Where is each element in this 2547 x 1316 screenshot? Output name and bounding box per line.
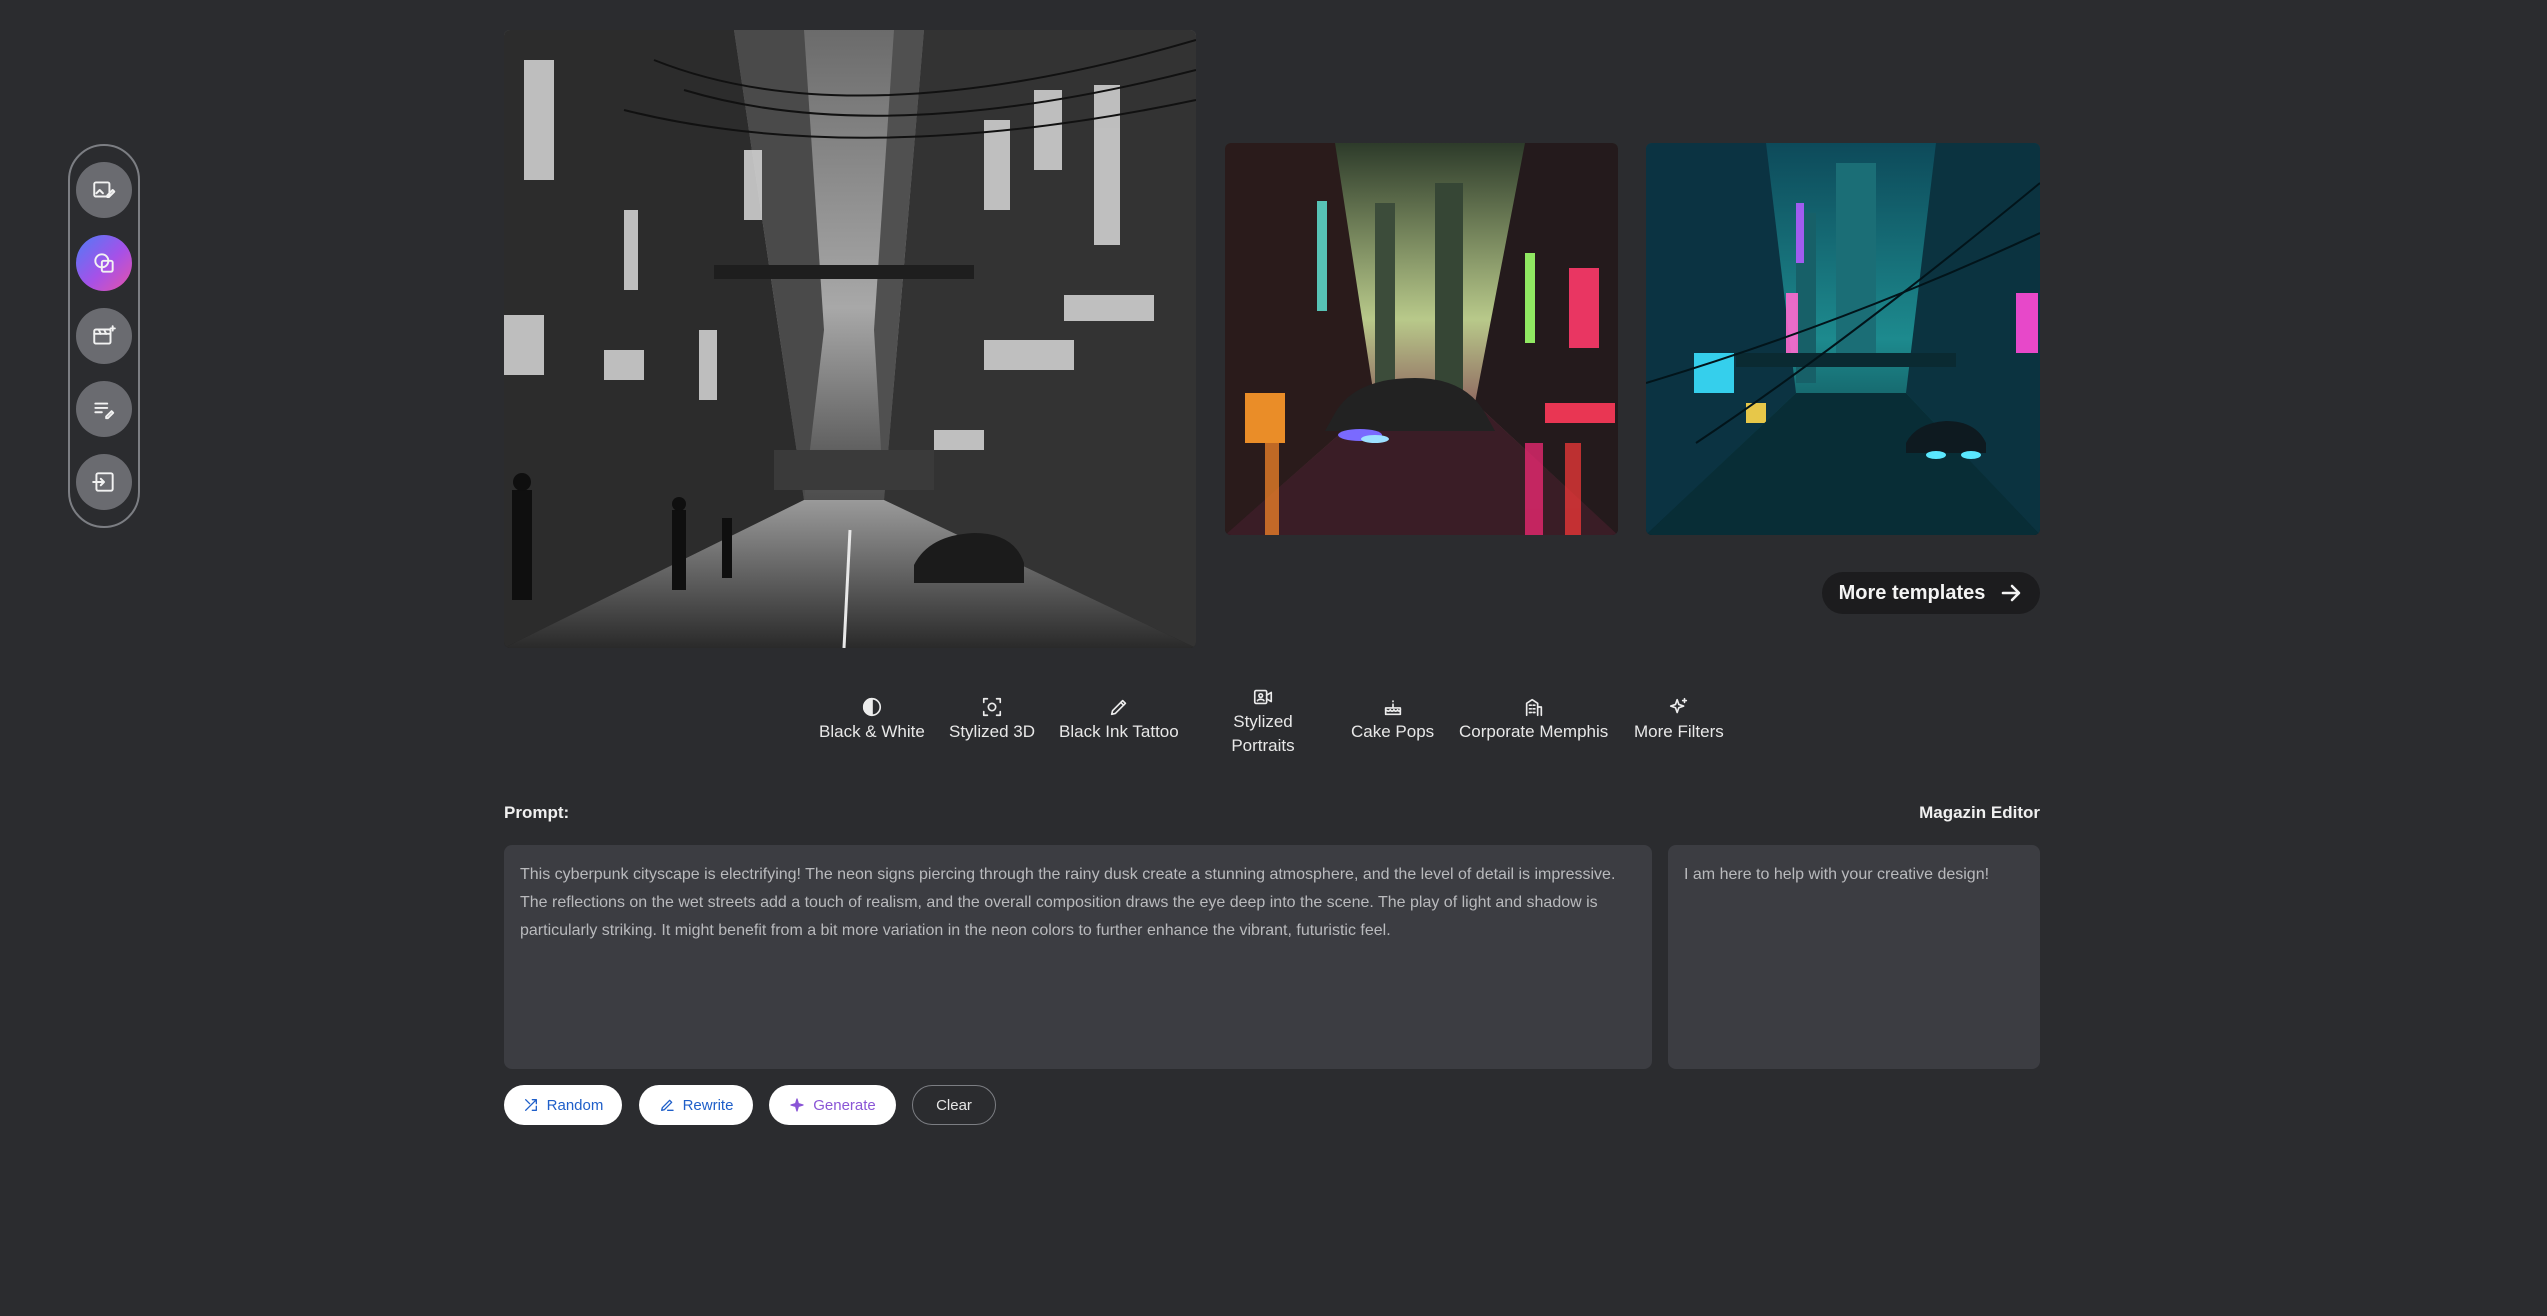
more-templates-button[interactable]: More templates xyxy=(1822,572,2040,614)
random-label: Random xyxy=(546,1096,604,1114)
template-image-2[interactable] xyxy=(1646,143,2040,535)
filter-label: Cake Pops xyxy=(1351,722,1435,741)
image-sparkle-button[interactable] xyxy=(76,308,132,364)
image-edit-button[interactable] xyxy=(76,162,132,218)
sparkle-icon xyxy=(790,1098,804,1112)
filter-more-filters[interactable]: More Filters xyxy=(1634,696,1724,744)
sparkle-icon xyxy=(1669,697,1688,714)
clear-label: Clear xyxy=(936,1096,972,1114)
teal-cyberpunk-city-image xyxy=(1646,143,2040,535)
filter-stylized-3d[interactable]: Stylized 3D xyxy=(949,696,1035,744)
editor-label: Magazin Editor xyxy=(1919,803,2040,822)
image-sparkle-icon xyxy=(93,325,116,345)
shapes-icon xyxy=(94,253,114,273)
more-templates-label: More templates xyxy=(1838,581,1986,604)
pencil-icon xyxy=(660,1099,674,1111)
edit-list-button[interactable] xyxy=(76,381,132,437)
filter-black-ink-tattoo[interactable]: Black Ink Tattoo xyxy=(1059,696,1179,744)
cake-icon xyxy=(1384,700,1401,716)
contrast-icon xyxy=(862,697,881,717)
random-button[interactable]: Random xyxy=(504,1085,622,1125)
prompt-label: Prompt: xyxy=(504,803,570,822)
image-edit-icon xyxy=(93,181,116,199)
shapes-button[interactable] xyxy=(76,235,132,291)
sign-in-icon xyxy=(92,472,114,492)
filter-label: Stylized 3D xyxy=(949,722,1035,741)
rewrite-label: Rewrite xyxy=(682,1096,734,1114)
3d-face-icon xyxy=(982,697,1002,717)
filter-black-and-white[interactable]: Black & White xyxy=(819,696,925,744)
edit-list-icon xyxy=(94,402,115,420)
filter-label: Black Ink Tattoo xyxy=(1059,722,1179,741)
filter-label: Corporate Memphis xyxy=(1459,722,1609,741)
generate-label: Generate xyxy=(813,1096,876,1114)
prompt-textarea[interactable]: This cyberpunk cityscape is electrifying… xyxy=(504,845,1652,1069)
shuffle-icon xyxy=(524,1099,537,1111)
sign-in-button[interactable] xyxy=(76,454,132,510)
filter-label: Stylized Portraits xyxy=(1231,712,1295,755)
portrait-video-icon xyxy=(1253,689,1273,705)
side-toolbar xyxy=(68,144,140,528)
black-and-white-cyberpunk-street-image xyxy=(504,30,1196,648)
rewrite-button[interactable]: Rewrite xyxy=(639,1085,753,1125)
filter-label: More Filters xyxy=(1634,722,1724,741)
neon-cyberpunk-street-image xyxy=(1225,143,1618,535)
editor-chat-box[interactable]: I am here to help with your creative des… xyxy=(1668,845,2040,1069)
filter-cake-pops[interactable]: Cake Pops xyxy=(1351,696,1434,744)
template-image-1[interactable] xyxy=(1225,143,1618,535)
filter-corporate-memphis[interactable]: Corporate Memphis xyxy=(1459,696,1608,744)
filter-stylized-portraits[interactable]: Stylized Portraits xyxy=(1230,686,1296,758)
pen-icon xyxy=(1110,699,1127,716)
building-icon xyxy=(1525,698,1542,717)
filter-label: Black & White xyxy=(819,722,925,741)
clear-button[interactable]: Clear xyxy=(912,1085,996,1125)
arrow-right-icon xyxy=(2002,584,2021,602)
main-image[interactable] xyxy=(504,30,1196,648)
generate-button[interactable]: Generate xyxy=(769,1085,896,1125)
